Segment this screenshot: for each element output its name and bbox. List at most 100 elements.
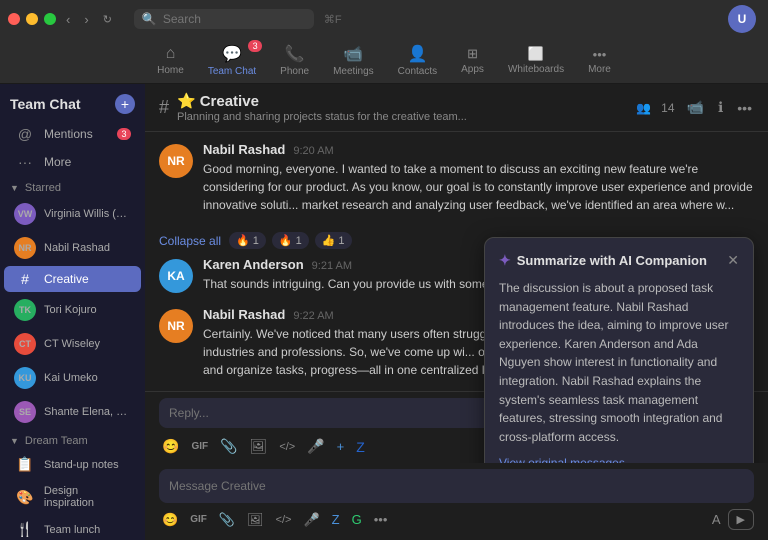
message-time: 9:22 AM bbox=[293, 310, 333, 322]
dream-team-section[interactable]: ▼ Dream Team bbox=[0, 429, 145, 450]
back-button[interactable]: ‹ bbox=[62, 10, 74, 29]
new-chat-button[interactable]: + bbox=[115, 94, 135, 114]
more-options-button[interactable]: ••• bbox=[735, 98, 754, 118]
apps-button-reply[interactable]: + bbox=[334, 437, 348, 456]
nav-team-chat[interactable]: 💬 Team Chat 3 bbox=[198, 40, 266, 81]
sidebar-item-team-lunch[interactable]: 🍴 Team lunch bbox=[4, 516, 141, 540]
reaction-thumbs[interactable]: 👍 1 bbox=[315, 232, 352, 249]
mentions-badge: 3 bbox=[117, 128, 131, 140]
sidebar-item-shante[interactable]: SE Shante Elena, Daniel Bow... bbox=[4, 396, 141, 428]
audio-button[interactable]: 🎤 bbox=[300, 510, 322, 530]
zoom-app-button[interactable]: Z bbox=[329, 510, 343, 529]
nav-apps[interactable]: ⊞ Apps bbox=[451, 42, 494, 79]
search-shortcut: ⌘F bbox=[324, 13, 342, 26]
collapse-label[interactable]: Collapse all bbox=[159, 234, 221, 248]
message-group: NR Nabil Rashad 9:20 AM Good morning, ev… bbox=[159, 142, 754, 214]
sidebar-item-mentions[interactable]: @ Mentions 3 bbox=[4, 121, 141, 147]
member-count-icon: 👥 bbox=[636, 101, 651, 115]
ct-avatar: CT bbox=[14, 333, 36, 355]
image-button-reply[interactable]: 🖼 bbox=[247, 436, 271, 457]
member-count: 14 bbox=[661, 101, 674, 115]
audio-button-reply[interactable]: 🎤 bbox=[304, 436, 327, 457]
ai-popup-title: ✦ Summarize with AI Companion bbox=[499, 252, 707, 269]
message-text: Good morning, everyone. I wanted to take… bbox=[203, 160, 754, 214]
send-message-button[interactable]: ▶ bbox=[728, 509, 754, 530]
emoji-button-reply[interactable]: 😊 bbox=[159, 436, 182, 457]
info-button[interactable]: ℹ bbox=[716, 97, 725, 118]
message-time: 9:21 AM bbox=[312, 260, 352, 272]
sidebar-title: Team Chat bbox=[10, 96, 81, 112]
nabil-avatar-msg4: NR bbox=[159, 309, 193, 343]
mentions-icon: @ bbox=[14, 126, 36, 142]
sidebar-item-creative[interactable]: # Creative bbox=[4, 266, 141, 292]
image-button[interactable]: 🖼 bbox=[244, 510, 267, 530]
google-button[interactable]: G bbox=[349, 510, 365, 529]
gif-button[interactable]: GIF bbox=[187, 512, 210, 527]
chat-header: # ⭐ Creative Planning and sharing projec… bbox=[145, 84, 768, 132]
video-call-button[interactable]: 📹 bbox=[685, 97, 706, 118]
sidebar-item-virginia[interactable]: VW Virginia Willis (You) bbox=[4, 198, 141, 230]
nav-phone-label: Phone bbox=[280, 66, 309, 77]
gif-button-reply[interactable]: GIF bbox=[188, 439, 211, 454]
reaction-fire1[interactable]: 🔥 1 bbox=[229, 232, 266, 249]
emoji-button[interactable]: 😊 bbox=[159, 510, 181, 530]
nav-contacts[interactable]: 👤 Contacts bbox=[388, 40, 447, 81]
code-button[interactable]: </> bbox=[273, 512, 295, 528]
apps-icon: ⊞ bbox=[467, 46, 478, 62]
zoom-button-reply[interactable]: Z bbox=[353, 437, 368, 457]
shante-label: Shante Elena, Daniel Bow... bbox=[44, 406, 131, 418]
virginia-avatar: VW bbox=[14, 203, 36, 225]
channel-subtitle: Planning and sharing projects status for… bbox=[177, 111, 467, 123]
author-name: Karen Anderson bbox=[203, 257, 304, 272]
nav-phone[interactable]: 📞 Phone bbox=[270, 40, 319, 81]
message-header: Nabil Rashad 9:20 AM bbox=[203, 142, 754, 157]
traffic-lights bbox=[8, 13, 56, 25]
code-button-reply[interactable]: </> bbox=[276, 439, 298, 455]
nav-whiteboards[interactable]: ⬜ Whiteboards bbox=[498, 42, 574, 79]
dream-team-label: Dream Team bbox=[25, 435, 88, 447]
ai-close-button[interactable]: ✕ bbox=[727, 252, 739, 269]
input-toolbar: 😊 GIF 📎 🖼 </> 🎤 Z G ••• A ▶ bbox=[159, 509, 754, 530]
user-avatar[interactable]: U bbox=[728, 5, 756, 33]
reactions: 🔥 1 🔥 1 👍 1 bbox=[229, 232, 351, 249]
message-input-field[interactable] bbox=[169, 479, 744, 493]
sidebar-item-ct[interactable]: CT CT Wiseley bbox=[4, 328, 141, 360]
nabil-avatar: NR bbox=[14, 237, 36, 259]
nav-more[interactable]: ••• More bbox=[578, 43, 621, 79]
contacts-icon: 👤 bbox=[407, 44, 427, 64]
virginia-label: Virginia Willis (You) bbox=[44, 208, 131, 220]
maximize-button[interactable] bbox=[44, 13, 56, 25]
message-content: Nabil Rashad 9:20 AM Good morning, every… bbox=[203, 142, 754, 214]
chat-header-left: # ⭐ Creative Planning and sharing projec… bbox=[159, 92, 467, 123]
sidebar-item-design-inspiration[interactable]: 🎨 Design inspiration bbox=[4, 480, 141, 514]
refresh-button[interactable]: ↻ bbox=[99, 11, 116, 28]
more-tools-button[interactable]: ••• bbox=[371, 510, 391, 529]
starred-section[interactable]: ▼ Starred bbox=[0, 176, 145, 197]
design-inspiration-icon: 🎨 bbox=[14, 489, 36, 506]
sidebar-item-standup[interactable]: 📋 Stand-up notes bbox=[4, 451, 141, 478]
reaction-fire2[interactable]: 🔥 1 bbox=[272, 232, 309, 249]
nav-team-chat-label: Team Chat bbox=[208, 66, 256, 77]
nav-home[interactable]: ⌂ Home bbox=[147, 41, 194, 80]
search-bar[interactable]: 🔍 ⌘F bbox=[134, 9, 314, 29]
attachment-button[interactable]: 📎 bbox=[216, 510, 238, 530]
ai-summary-text: The discussion is about a proposed task … bbox=[499, 279, 739, 446]
nav-home-label: Home bbox=[157, 65, 184, 76]
nav-meetings[interactable]: 📹 Meetings bbox=[323, 40, 384, 81]
author-name: Nabil Rashad bbox=[203, 142, 285, 157]
format-button[interactable]: A bbox=[709, 510, 724, 529]
sidebar-item-more[interactable]: ··· More bbox=[4, 149, 141, 175]
close-button[interactable] bbox=[8, 13, 20, 25]
channel-name: Creative bbox=[200, 93, 259, 110]
view-original-messages-link[interactable]: View original messages bbox=[499, 456, 739, 463]
search-input[interactable] bbox=[163, 12, 318, 26]
sidebar-item-kai[interactable]: KU Kai Umeko bbox=[4, 362, 141, 394]
message-input-box[interactable] bbox=[159, 469, 754, 503]
sidebar-item-nabil[interactable]: NR Nabil Rashad bbox=[4, 232, 141, 264]
sidebar-item-tori[interactable]: TK Tori Kojuro bbox=[4, 294, 141, 326]
forward-button[interactable]: › bbox=[80, 10, 92, 29]
more-icon: ••• bbox=[593, 47, 607, 62]
minimize-button[interactable] bbox=[26, 13, 38, 25]
mentions-label: Mentions bbox=[44, 127, 93, 141]
attachment-button-reply[interactable]: 📎 bbox=[217, 436, 240, 457]
